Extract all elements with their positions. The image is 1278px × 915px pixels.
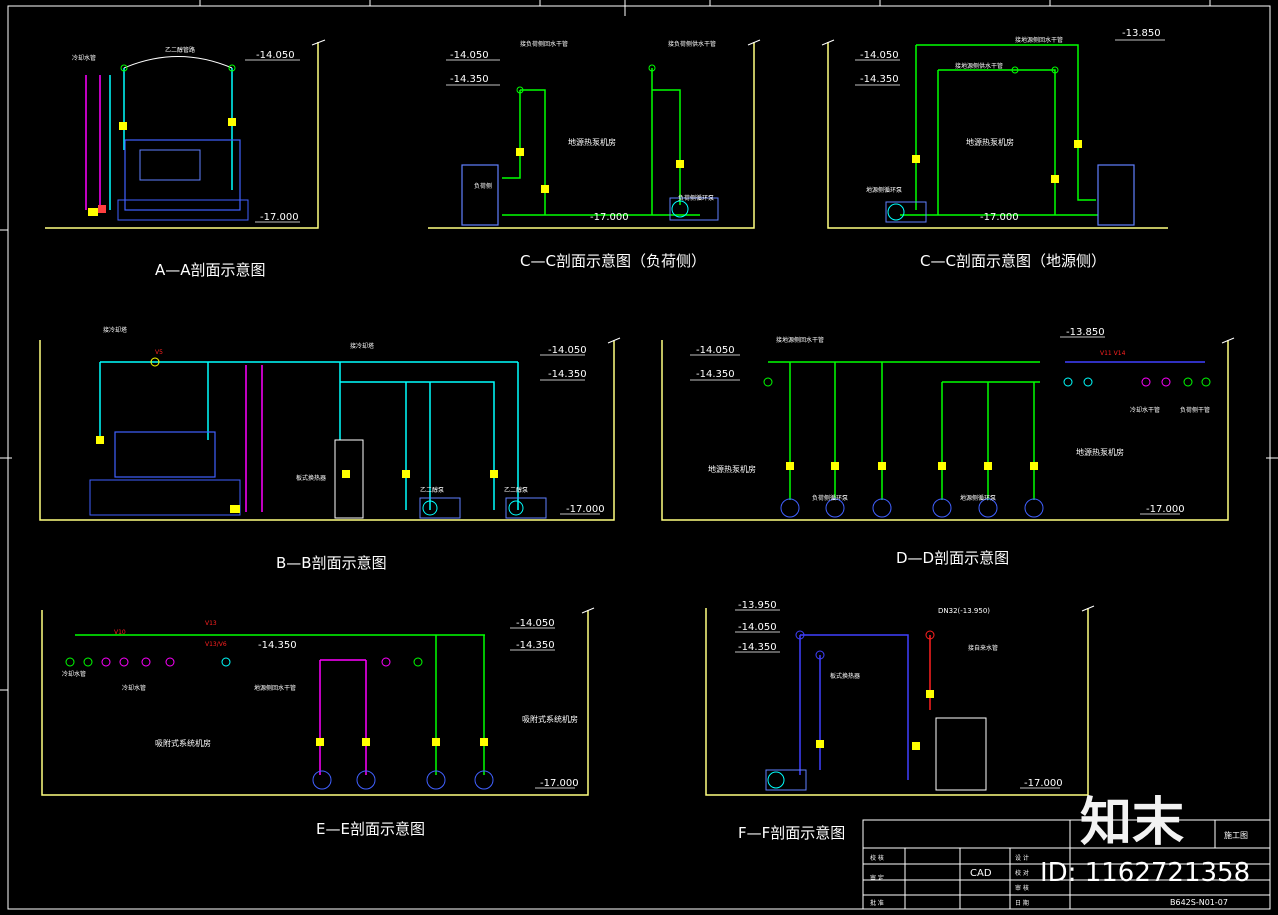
- label-ee-9: 冷却水管: [122, 684, 146, 692]
- label-dd-7: 负荷侧循环泵: [812, 494, 848, 502]
- tb-cad: CAD: [970, 868, 992, 879]
- elev-cc1-1: -14.050: [450, 50, 489, 61]
- label-bb-0: 接冷却塔: [103, 326, 127, 334]
- elev-ff-3: -14.350: [738, 642, 777, 653]
- label-dd-8: 地源侧循环泵: [960, 494, 996, 502]
- label-cc2-6: 地源热泵机房: [966, 137, 1014, 147]
- elev-cc2-1: -14.050: [860, 50, 899, 61]
- text-layer: A—A剖面示意图 C—C剖面示意图（负荷侧） C—C剖面示意图（地源侧） B—B…: [62, 28, 1248, 907]
- label-ee-13: V10: [114, 629, 126, 636]
- label-dd-6: 地源热泵机房: [708, 464, 756, 474]
- label-cc1-10: 负荷侧循环泵: [678, 194, 714, 202]
- watermark-id: ID: 1162721358: [1040, 858, 1251, 888]
- label-bb-9: 板式换热器: [296, 474, 326, 482]
- tb-left-1: 审 定: [870, 874, 884, 882]
- label-cc2-1: 接地源侧供水干管: [955, 62, 1003, 70]
- title-ff: F—F剖面示意图: [738, 824, 845, 842]
- label-bb-6: 接冷却塔: [350, 342, 374, 350]
- elev-aa-top: -14.050: [256, 50, 295, 61]
- label-bb-10: V5: [155, 349, 163, 356]
- label-dd-11: 负荷侧干管: [1180, 406, 1210, 414]
- tb-row-3: 日 期: [1015, 899, 1029, 907]
- label-cc1-0: 接负荷侧回水干管: [520, 40, 568, 48]
- elev-bb-2: -14.350: [548, 369, 587, 380]
- label-dd-0: 接地源侧回水干管: [776, 336, 824, 344]
- label-bb-8: 乙二醇泵: [504, 486, 528, 494]
- label-cc1-7: 地源热泵机房: [568, 137, 616, 147]
- elev-ff-4: DN32(-13.950): [938, 607, 990, 615]
- elev-bb-1: -14.050: [548, 345, 587, 356]
- label-ff-5: 接自来水管: [968, 644, 998, 652]
- elev-cc1-2: -14.350: [450, 74, 489, 85]
- label-aa-5: 乙二醇管路: [165, 46, 195, 54]
- title-aa: A—A剖面示意图: [155, 261, 266, 279]
- label-bb-7: 乙二醇泵: [420, 486, 444, 494]
- elev-dd-2: -14.350: [696, 369, 735, 380]
- title-ee: E—E剖面示意图: [316, 820, 425, 838]
- label-ee-8: 冷却水管: [62, 670, 86, 678]
- elev-ff-1: -13.950: [738, 600, 777, 611]
- label-ee-15: V13/V6: [205, 641, 227, 648]
- label-aa-0: 冷却水管: [72, 54, 96, 62]
- elev-cc2-floor: -17.000: [980, 212, 1019, 223]
- label-ff-6: 板式换热器: [830, 672, 860, 680]
- elev-ee-floor: -17.000: [540, 778, 579, 789]
- elev-cc2-3: -13.850: [1122, 28, 1161, 39]
- label-cc1-8: 负荷侧: [474, 182, 492, 190]
- watermark-brand: 知末: [1080, 793, 1185, 853]
- label-cc1-1: 接负荷侧供水干管: [668, 40, 716, 48]
- label-dd-9: V11 V14: [1100, 350, 1126, 357]
- elev-dd-3: -13.850: [1066, 327, 1105, 338]
- elev-dd-1: -14.050: [696, 345, 735, 356]
- tb-left-0: 校 核: [870, 854, 884, 862]
- elev-aa-floor: -17.000: [260, 212, 299, 223]
- elev-bb-floor: -17.000: [566, 504, 605, 515]
- label-dd-10: 冷却水干管: [1130, 406, 1160, 414]
- tb-drawing-no: B642S-N01-07: [1170, 898, 1228, 907]
- elev-cc2-2: -14.350: [860, 74, 899, 85]
- tb-stage: 施工图: [1224, 830, 1248, 840]
- label-ee-12: 吸附式系统机房: [522, 714, 578, 724]
- label-cc2-0: 接地源侧回水干管: [1015, 36, 1063, 44]
- tb-row-0: 设 计: [1015, 854, 1029, 862]
- label-dd-6b: 地源热泵机房: [1076, 447, 1124, 457]
- elev-ff-2: -14.050: [738, 622, 777, 633]
- title-dd: D—D剖面示意图: [896, 549, 1009, 567]
- title-cc1: C—C剖面示意图（负荷侧）: [520, 252, 706, 270]
- tb-row-2: 审 核: [1015, 884, 1029, 892]
- elev-ee-2: -14.350: [516, 640, 555, 651]
- label-cc2-7: 地源侧循环泵: [866, 186, 902, 194]
- label-ee-14: V13: [205, 620, 217, 627]
- title-bb: B—B剖面示意图: [276, 554, 387, 572]
- elev-cc1-floor: -17.000: [590, 212, 629, 223]
- elev-ee-3: -14.350: [258, 640, 297, 651]
- label-ee-10: 地源侧回水干管: [254, 684, 296, 692]
- elev-ee-1: -14.050: [516, 618, 555, 629]
- elev-dd-floor: -17.000: [1146, 504, 1185, 515]
- title-cc2: C—C剖面示意图（地源侧）: [920, 252, 1106, 270]
- tb-left-2: 批 准: [870, 899, 884, 907]
- label-ee-11: 吸附式系统机房: [155, 738, 211, 748]
- elev-ff-floor: -17.000: [1024, 778, 1063, 789]
- tb-row-1: 校 对: [1015, 869, 1029, 877]
